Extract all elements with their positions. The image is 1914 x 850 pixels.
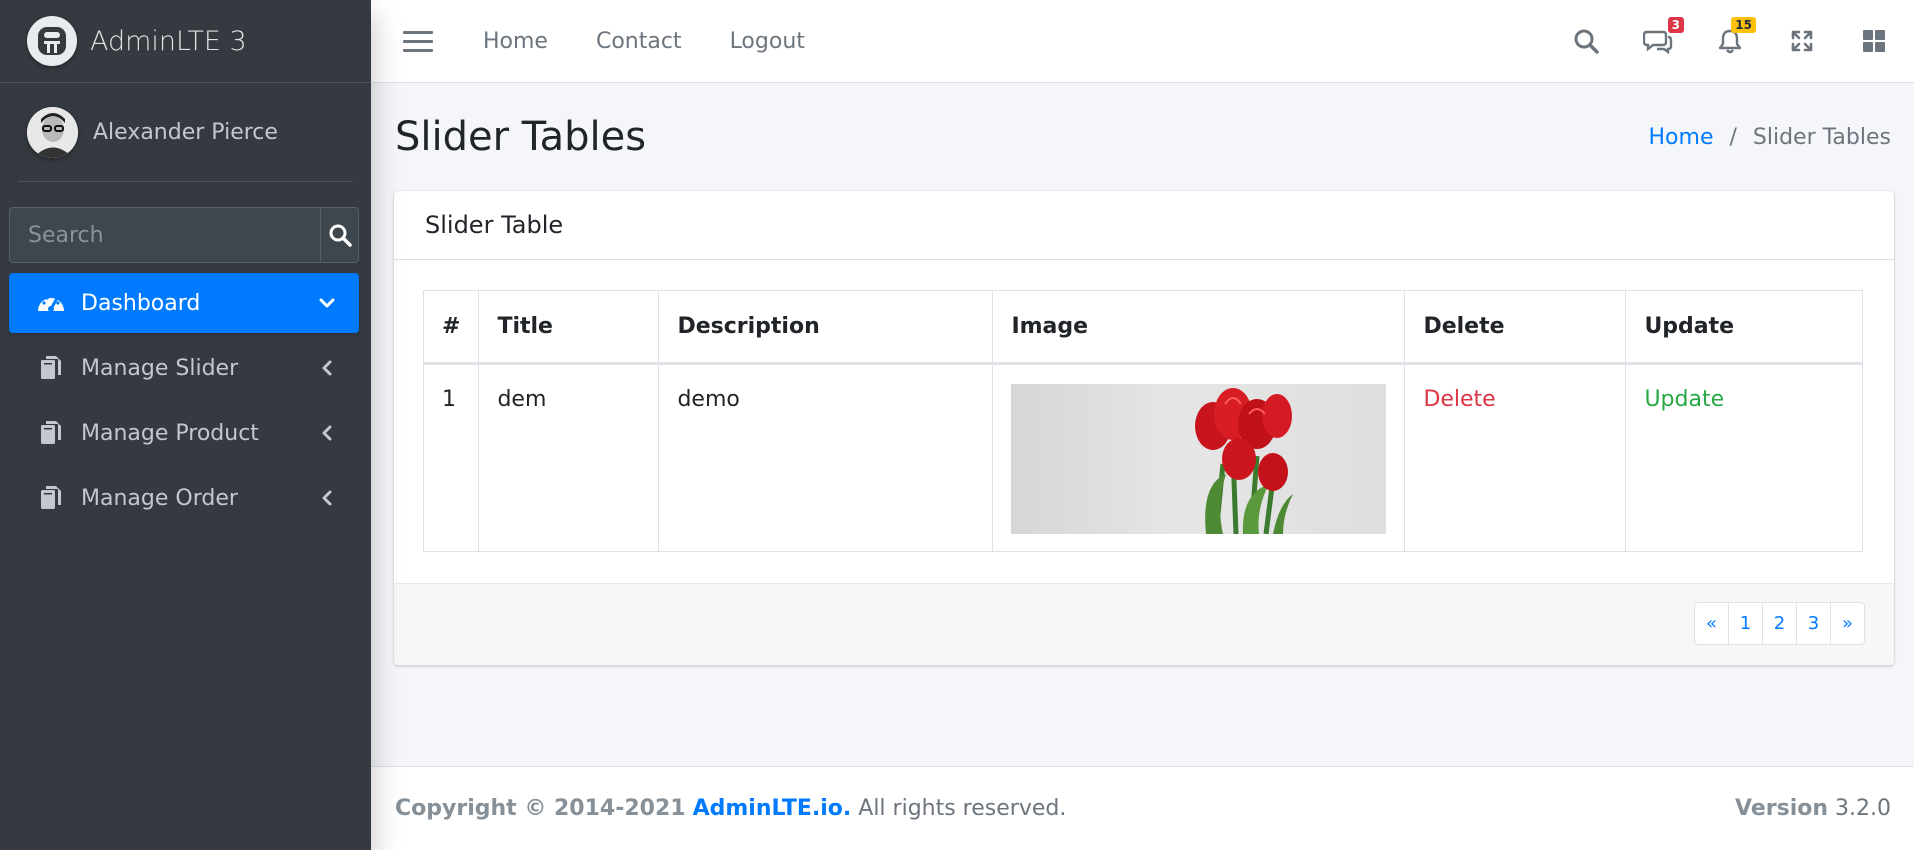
pagination-page-2[interactable]: 2	[1762, 602, 1797, 645]
breadcrumb-separator: /	[1729, 124, 1737, 150]
table-header-row: # Title Description Image Delete Update	[422, 290, 1863, 365]
user-panel[interactable]: Alexander Pierce	[18, 83, 353, 182]
sidebar-item-label: Dashboard	[81, 290, 201, 316]
chevron-left-icon	[317, 488, 337, 508]
messages-button[interactable]: 3	[1640, 17, 1684, 59]
column-header: Delete	[1404, 290, 1627, 365]
pagination: « 1 2 3 »	[1694, 602, 1865, 645]
notifications-badge: 15	[1731, 17, 1756, 33]
search-icon	[329, 224, 352, 247]
footer-link[interactable]: AdminLTE.io.	[693, 796, 852, 821]
update-link[interactable]: Update	[1644, 387, 1724, 412]
card-header: Slider Table	[394, 191, 1894, 260]
nav-link-logout[interactable]: Logout	[730, 29, 805, 54]
column-header: #	[422, 290, 480, 365]
footer-copyright: Copyright © 2014-2021	[395, 796, 686, 821]
control-sidebar-button[interactable]	[1856, 23, 1892, 59]
tachometer-icon	[36, 288, 66, 318]
copy-icon	[36, 483, 66, 513]
avatar	[27, 106, 78, 158]
slider-table: # Title Description Image Delete Update …	[422, 290, 1863, 552]
menu-toggle-icon[interactable]	[403, 30, 433, 52]
card-body: # Title Description Image Delete Update …	[394, 260, 1894, 582]
adminlte-logo-icon	[27, 16, 77, 66]
cell-title: dem	[478, 363, 660, 552]
sidebar-item-label: Manage Product	[81, 420, 259, 446]
cell-image	[992, 363, 1406, 552]
navbar-right: 3 15	[1532, 17, 1892, 59]
navbar-search-button[interactable]	[1568, 23, 1604, 59]
messages-badge: 3	[1667, 17, 1684, 33]
brand-link[interactable]: AdminLTE 3	[0, 0, 371, 83]
table-row: 1 dem demo Delete Update	[422, 363, 1863, 552]
sidebar-search-input[interactable]	[9, 207, 320, 263]
chevron-left-icon	[317, 423, 337, 443]
expand-arrows-icon	[1791, 30, 1813, 52]
footer-version: Version 3.2.0	[1735, 796, 1891, 821]
page-title: Slider Tables	[395, 114, 647, 160]
copy-icon	[36, 353, 66, 383]
card-footer: « 1 2 3 »	[394, 583, 1894, 665]
nav-link-home[interactable]: Home	[483, 29, 548, 54]
grid-icon	[1863, 30, 1885, 52]
slider-table-card: Slider Table # Title Description Image D…	[394, 191, 1894, 665]
cell-update: Update	[1625, 363, 1863, 552]
cell-delete: Delete	[1404, 363, 1627, 552]
sidebar-item-dashboard[interactable]: Dashboard	[9, 273, 359, 333]
pagination-page-1[interactable]: 1	[1728, 602, 1763, 645]
sidebar-item-label: Manage Order	[81, 485, 238, 511]
breadcrumb: Home / Slider Tables	[1649, 125, 1891, 150]
breadcrumb-current: Slider Tables	[1752, 124, 1891, 150]
delete-link[interactable]: Delete	[1423, 387, 1495, 412]
sidebar-item-manage-product[interactable]: Manage Product	[9, 403, 359, 463]
content-wrapper: Slider Tables Home / Slider Tables Slide…	[371, 83, 1914, 665]
column-header: Title	[478, 290, 660, 365]
notifications-button[interactable]: 15	[1712, 17, 1756, 59]
fullscreen-button[interactable]	[1784, 23, 1820, 59]
cell-num: 1	[422, 363, 480, 552]
column-header: Update	[1625, 290, 1863, 365]
pagination-page-3[interactable]: 3	[1796, 602, 1831, 645]
main-header: Home Contact Logout 3 15	[371, 0, 1914, 83]
sidebar-search-button[interactable]	[320, 207, 359, 263]
footer-version-number: 3.2.0	[1835, 796, 1891, 821]
card-title: Slider Table	[425, 211, 564, 239]
pagination-prev[interactable]: «	[1694, 602, 1729, 645]
breadcrumb-home[interactable]: Home	[1649, 125, 1714, 150]
sidebar-item-manage-order[interactable]: Manage Order	[9, 468, 359, 528]
brand-text: AdminLTE 3	[90, 25, 247, 57]
search-icon	[1574, 29, 1599, 54]
pagination-next[interactable]: »	[1830, 602, 1865, 645]
chevron-left-icon	[317, 358, 337, 378]
chevron-down-icon	[317, 293, 337, 313]
cell-description: demo	[658, 363, 994, 552]
sidebar-search	[9, 207, 359, 263]
main-footer: Copyright © 2014-2021 AdminLTE.io. All r…	[371, 766, 1914, 850]
footer-version-label: Version	[1735, 796, 1829, 821]
main-sidebar: AdminLTE 3 Alexander Pierce Search Dashb…	[0, 0, 371, 850]
content-header: Slider Tables Home / Slider Tables	[371, 83, 1914, 191]
red-tulips-image	[1011, 384, 1387, 534]
sidebar-nav: Dashboard Manage Slider Manage Product M…	[9, 273, 359, 528]
nav-link-contact[interactable]: Contact	[596, 29, 682, 54]
sidebar-item-label: Manage Slider	[81, 355, 239, 381]
sidebar-item-manage-slider[interactable]: Manage Slider	[9, 338, 359, 398]
column-header: Description	[658, 290, 994, 365]
copy-icon	[36, 418, 66, 448]
footer-rights: All rights reserved.	[858, 796, 1067, 821]
user-name: Alexander Pierce	[93, 119, 278, 145]
column-header: Image	[992, 290, 1406, 365]
